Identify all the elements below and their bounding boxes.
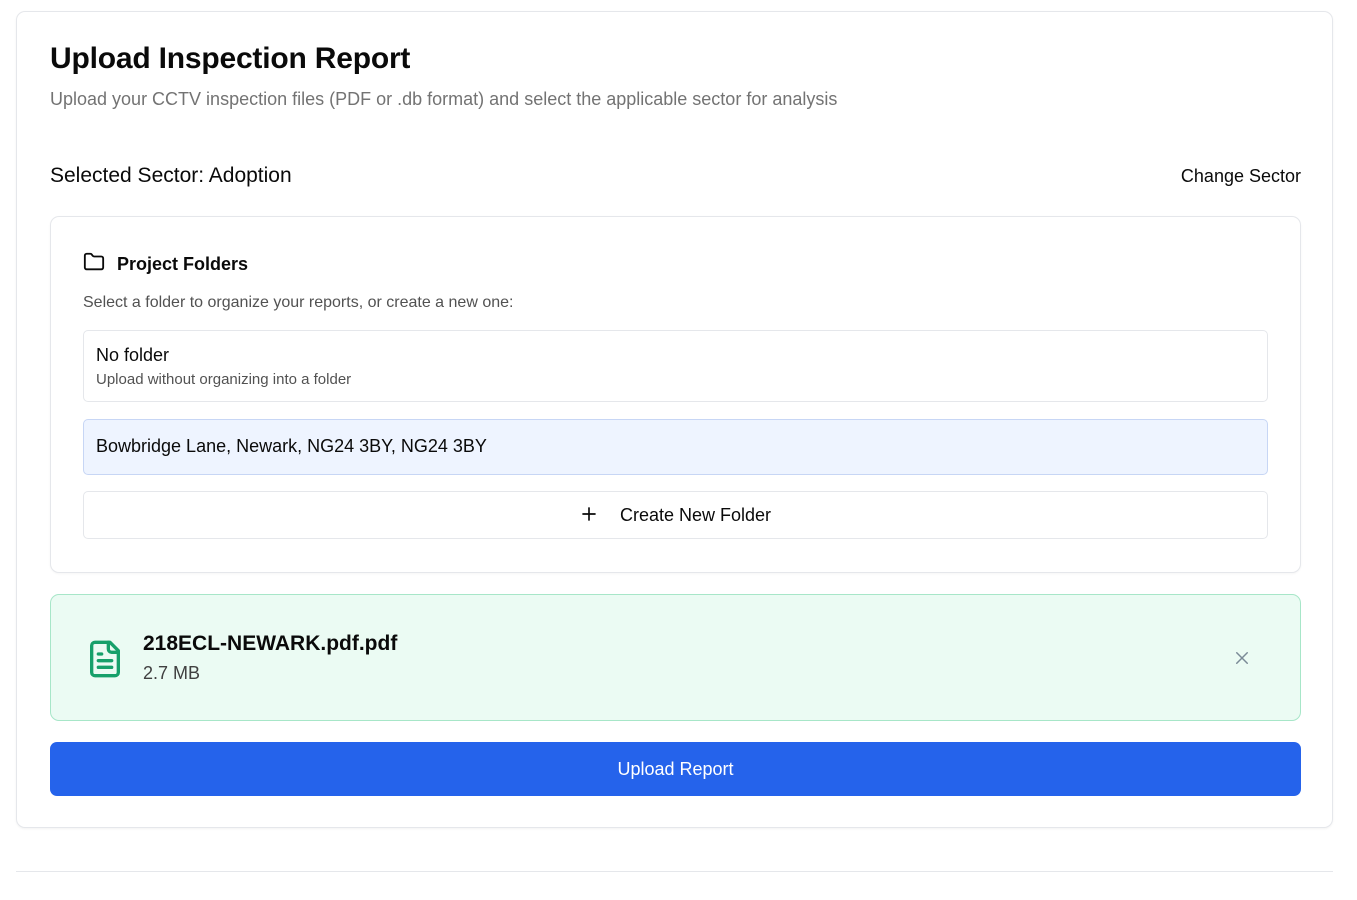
folder-option-label: Bowbridge Lane, Newark, NG24 3BY, NG24 3… <box>96 436 487 456</box>
footer-divider <box>16 871 1333 872</box>
file-text-icon <box>85 637 125 681</box>
no-folder-description: Upload without organizing into a folder <box>96 371 352 388</box>
file-size: 2.7 MB <box>143 663 201 683</box>
project-folders-header: Project Folders <box>83 251 248 278</box>
plus-icon <box>580 501 598 527</box>
create-new-folder-label: Create New Folder <box>619 504 772 525</box>
create-new-folder-button[interactable]: Create New Folder <box>83 491 1268 539</box>
file-name: 218ECL-NEWARK.pdf.pdf <box>143 632 398 655</box>
selected-file-card: 218ECL-NEWARK.pdf.pdf 2.7 MB <box>50 594 1301 721</box>
sector-row: Selected Sector: Adoption Change Sector <box>50 156 1301 196</box>
upload-report-button[interactable]: Upload Report <box>50 742 1301 796</box>
close-icon[interactable] <box>1229 645 1255 671</box>
folders-hint: Select a folder to organize your reports… <box>83 294 514 311</box>
page-subtitle: Upload your CCTV inspection files (PDF o… <box>50 89 838 109</box>
upload-card: Upload Inspection Report Upload your CCT… <box>16 11 1333 828</box>
page-title: Upload Inspection Report <box>50 42 411 75</box>
no-folder-label: No folder <box>96 345 170 365</box>
selected-sector-label: Selected Sector: Adoption <box>50 164 292 187</box>
folder-icon <box>83 251 105 278</box>
folder-option-bowbridge-lane[interactable]: Bowbridge Lane, Newark, NG24 3BY, NG24 3… <box>83 419 1268 475</box>
project-folders-panel: Project Folders Select a folder to organ… <box>50 216 1301 573</box>
no-folder-option[interactable]: No folder Upload without organizing into… <box>83 330 1268 402</box>
change-sector-button[interactable]: Change Sector <box>1167 158 1301 195</box>
project-folders-title: Project Folders <box>117 254 249 274</box>
